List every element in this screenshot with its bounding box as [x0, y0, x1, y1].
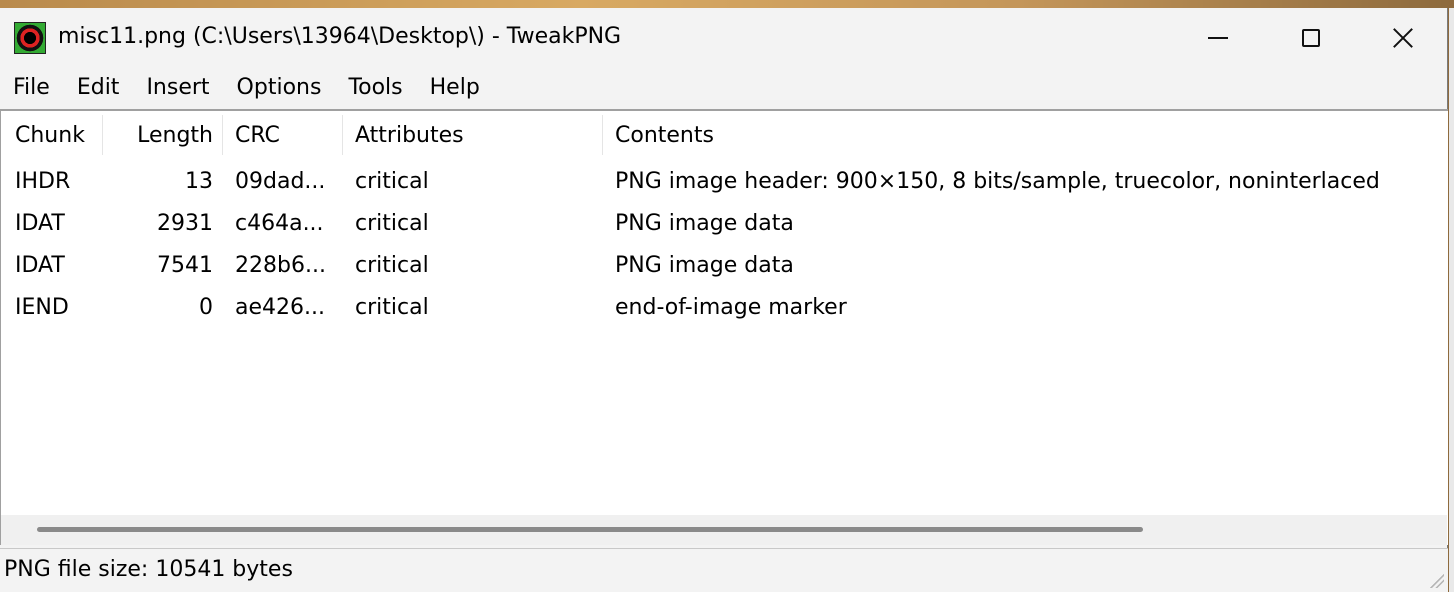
column-header-chunk[interactable]: Chunk	[15, 115, 101, 157]
menu-bar: File Edit Insert Options Tools Help	[0, 68, 1447, 108]
cell-attributes: critical	[355, 253, 429, 278]
menu-insert[interactable]: Insert	[133, 68, 223, 108]
cell-length: 0	[199, 295, 213, 320]
menu-file[interactable]: File	[0, 68, 64, 108]
menu-help[interactable]: Help	[417, 68, 494, 108]
cell-crc: 228b6...	[235, 253, 326, 278]
column-divider[interactable]	[222, 115, 223, 155]
maximize-icon	[1302, 29, 1320, 47]
resize-grip-icon[interactable]	[1428, 572, 1444, 588]
table-row[interactable]: IDAT 2931 c464a... critical PNG image da…	[1, 203, 1448, 245]
menu-edit[interactable]: Edit	[64, 68, 134, 108]
table-row[interactable]: IDAT 7541 228b6... critical PNG image da…	[1, 245, 1448, 287]
status-bar: PNG file size: 10541 bytes	[0, 548, 1448, 592]
column-header-attributes[interactable]: Attributes	[355, 115, 603, 157]
column-header-crc[interactable]: CRC	[235, 115, 339, 157]
cell-attributes: critical	[355, 169, 429, 194]
cell-contents: PNG image data	[615, 253, 794, 278]
cell-contents: PNG image data	[615, 211, 794, 236]
minimize-icon	[1208, 37, 1228, 39]
menu-options[interactable]: Options	[224, 68, 336, 108]
cell-crc: c464a...	[235, 211, 324, 236]
title-bar[interactable]: misc11.png (C:\Users\13964\Desktop\) - T…	[0, 8, 1447, 68]
column-header-row: Chunk Length CRC Attributes Contents	[1, 115, 1448, 157]
maximize-button[interactable]	[1281, 14, 1341, 62]
cell-chunk: IEND	[15, 295, 69, 320]
cell-contents: end-of-image marker	[615, 295, 847, 320]
tweakpng-app-icon[interactable]	[14, 22, 46, 54]
status-file-size: PNG file size: 10541 bytes	[4, 557, 293, 582]
menu-tools[interactable]: Tools	[335, 68, 416, 108]
column-header-length[interactable]: Length	[103, 115, 213, 157]
horizontal-scrollbar[interactable]	[1, 515, 1447, 545]
table-row[interactable]: IEND 0 ae426... critical end-of-image ma…	[1, 287, 1448, 329]
cell-length: 2931	[157, 211, 213, 236]
cell-attributes: critical	[355, 295, 429, 320]
chunk-list[interactable]: Chunk Length CRC Attributes Contents IHD…	[0, 109, 1448, 545]
horizontal-scrollbar-thumb[interactable]	[37, 527, 1143, 532]
cell-length: 7541	[157, 253, 213, 278]
cell-contents: PNG image header: 900×150, 8 bits/sample…	[615, 169, 1380, 194]
adjacent-window-edge	[1449, 8, 1454, 592]
cell-chunk: IHDR	[15, 169, 71, 194]
tweakpng-window: misc11.png (C:\Users\13964\Desktop\) - T…	[0, 8, 1448, 592]
cell-crc: ae426...	[235, 295, 325, 320]
column-divider[interactable]	[342, 115, 343, 155]
cell-attributes: critical	[355, 211, 429, 236]
close-icon	[1392, 27, 1414, 49]
cell-crc: 09dad...	[235, 169, 326, 194]
column-header-contents[interactable]: Contents	[615, 115, 1445, 157]
column-divider[interactable]	[102, 115, 103, 155]
cell-length: 13	[185, 169, 213, 194]
window-title: misc11.png (C:\Users\13964\Desktop\) - T…	[58, 24, 622, 49]
minimize-button[interactable]	[1188, 14, 1248, 62]
cell-chunk: IDAT	[15, 211, 65, 236]
cell-chunk: IDAT	[15, 253, 65, 278]
table-row[interactable]: IHDR 13 09dad... critical PNG image head…	[1, 161, 1448, 203]
column-divider[interactable]	[602, 115, 603, 155]
close-button[interactable]	[1373, 14, 1433, 62]
